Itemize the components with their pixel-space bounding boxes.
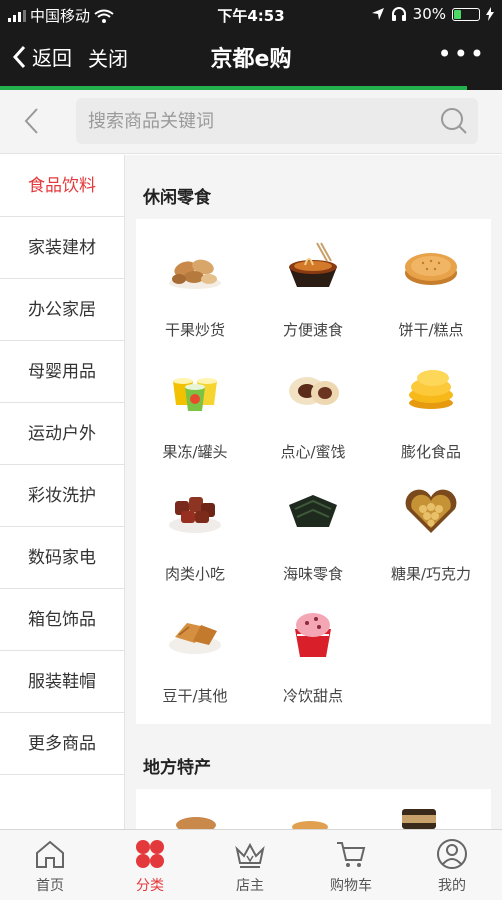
back-label: 返回 <box>32 46 72 70</box>
subcategory-item[interactable]: 点心/蜜饯 <box>254 341 372 463</box>
subcategory-label: 点心/蜜饯 <box>280 443 346 461</box>
location-arrow-icon <box>371 8 384 20</box>
search-row <box>0 90 502 154</box>
subcategory-item[interactable]: 方便速食 <box>254 219 372 341</box>
subcategory-item[interactable]: 膨化食品 <box>372 341 490 463</box>
subcategory-item[interactable]: 干果炒货 <box>136 219 254 341</box>
search-back-button[interactable] <box>22 106 40 140</box>
instant-noodles-icon <box>289 242 337 287</box>
subcategory-label: 糖果/巧克力 <box>390 565 472 583</box>
subcategory-label: 肉类小吃 <box>164 565 225 583</box>
status-bar: 中国移动 下午4:53 30% <box>0 0 502 28</box>
page-title: 京都e购 <box>210 47 292 72</box>
battery-fill <box>454 9 462 19</box>
specialty-food-icon <box>176 817 216 829</box>
biscuit-icon <box>405 253 457 285</box>
close-button[interactable]: 关闭 <box>88 43 128 72</box>
sidebar-item-home-building[interactable]: 家装建材 <box>0 217 124 279</box>
search-icon[interactable] <box>440 107 468 135</box>
subcategory-label: 膨化食品 <box>400 443 461 461</box>
seaweed-icon <box>289 495 337 527</box>
battery-icon <box>452 7 480 21</box>
bottom-tab-bar: 首页 分类 店主 购物车 我的 <box>0 829 502 900</box>
section-title: 休闲零食 <box>143 188 211 208</box>
category-sidebar: 食品饮料 家装建材 办公家居 母婴用品 运动户外 彩妆洗护 数码家电 箱包饰品 … <box>0 155 125 829</box>
status-right: 30% <box>371 5 494 23</box>
sidebar-item-baby[interactable]: 母婴用品 <box>0 341 124 403</box>
charging-bolt-icon <box>486 7 494 21</box>
cart-icon <box>337 842 366 867</box>
sidebar-item-office-home[interactable]: 办公家居 <box>0 279 124 341</box>
sidebar-item-food-drinks[interactable]: 食品饮料 <box>0 155 124 217</box>
chips-icon <box>409 370 453 409</box>
subcategory-item[interactable]: 冷饮甜点 <box>254 585 372 707</box>
subcategory-label: 冷饮甜点 <box>282 687 343 705</box>
tab-label: 首页 <box>36 878 64 894</box>
section-title: 地方特产 <box>143 758 211 778</box>
sidebar-item-sports[interactable]: 运动户外 <box>0 403 124 465</box>
tab-label: 我的 <box>438 878 466 894</box>
crown-icon <box>235 842 265 868</box>
jelly-cups-icon <box>173 378 217 411</box>
headphones-icon <box>391 7 406 21</box>
tab-label: 分类 <box>136 878 164 894</box>
meat-snack-icon <box>169 497 221 533</box>
battery-percent: 30% <box>412 5 446 23</box>
tab-label: 店主 <box>236 878 264 894</box>
chevron-left-icon <box>24 108 38 134</box>
sidebar-item-cosmetics[interactable]: 彩妆洗护 <box>0 465 124 527</box>
subcategory-label: 海味零食 <box>282 565 343 583</box>
user-icon <box>437 839 467 869</box>
subcategory-item[interactable]: 果冻/罐头 <box>136 341 254 463</box>
search-box[interactable] <box>76 98 478 144</box>
subcategory-label: 果冻/罐头 <box>162 443 228 461</box>
subcategory-item[interactable]: 饼干/糕点 <box>372 219 490 341</box>
subcategory-item[interactable]: 豆干/其他 <box>136 585 254 707</box>
subcategory-grid <box>136 789 491 829</box>
nuts-icon <box>169 259 221 289</box>
sidebar-item-bags[interactable]: 箱包饰品 <box>0 589 124 651</box>
navigation-bar: 返回 关闭 京都e购 ••• <box>0 28 502 86</box>
back-button[interactable]: 返回 <box>12 42 72 71</box>
subcategory-label: 豆干/其他 <box>162 687 228 705</box>
tab-label: 购物车 <box>330 878 372 894</box>
tofu-icon <box>169 623 221 654</box>
specialty-food-icon <box>292 821 328 829</box>
tab-cart[interactable]: 购物车 <box>301 830 401 898</box>
category-icon <box>136 840 164 868</box>
sidebar-item-more[interactable]: 更多商品 <box>0 713 124 775</box>
subcategory-label: 方便速食 <box>282 321 343 339</box>
search-input[interactable] <box>88 106 428 136</box>
subcategory-label: 饼干/糕点 <box>398 321 464 339</box>
ice-cream-icon <box>295 613 331 657</box>
subcategory-item[interactable]: 海味零食 <box>254 463 372 585</box>
home-icon <box>36 840 64 868</box>
category-content: 休闲零食 干果炒货 方便速食 饼干/糕点 果冻/罐头 点心/蜜饯 膨化食品 肉类… <box>125 155 502 829</box>
more-options-button[interactable]: ••• <box>438 40 486 68</box>
tab-shop-owner[interactable]: 店主 <box>200 830 300 898</box>
chocolate-box-icon <box>405 489 457 533</box>
pastry-icon <box>289 377 339 405</box>
subcategory-item[interactable]: 糖果/巧克力 <box>372 463 490 585</box>
sidebar-item-electronics[interactable]: 数码家电 <box>0 527 124 589</box>
tab-home[interactable]: 首页 <box>0 830 100 898</box>
specialty-jar-icon <box>402 809 436 829</box>
tab-category[interactable]: 分类 <box>100 830 200 898</box>
chevron-left-icon <box>12 45 26 68</box>
tab-mine[interactable]: 我的 <box>402 830 502 898</box>
sidebar-item-apparel[interactable]: 服装鞋帽 <box>0 651 124 713</box>
subcategory-grid: 干果炒货 方便速食 饼干/糕点 果冻/罐头 点心/蜜饯 膨化食品 肉类小吃 海味… <box>136 219 491 724</box>
subcategory-item[interactable]: 肉类小吃 <box>136 463 254 585</box>
subcategory-label: 干果炒货 <box>164 321 225 339</box>
